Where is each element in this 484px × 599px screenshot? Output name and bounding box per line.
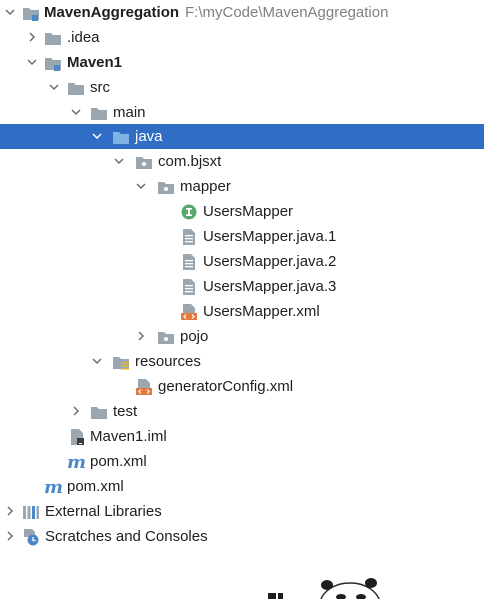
text-file-icon — [183, 254, 195, 270]
tree-row-resources[interactable]: resources — [0, 349, 484, 374]
chevron-down-icon[interactable] — [114, 156, 124, 166]
project-root-label: MavenAggregation — [44, 4, 180, 21]
file-label: UsersMapper.java.3 — [203, 278, 337, 295]
maven-icon: m — [44, 478, 62, 496]
pojo-label: pojo — [180, 328, 209, 345]
file-label: UsersMapper.java.2 — [203, 253, 337, 270]
package-icon — [136, 157, 152, 169]
file-label: UsersMapper.java.1 — [203, 228, 337, 245]
tree-row-external-libraries[interactable]: External Libraries — [0, 499, 484, 524]
chevron-right-icon[interactable] — [136, 331, 146, 341]
library-icon — [23, 506, 39, 519]
tree-row-maven1-iml[interactable]: Maven1.iml — [0, 424, 484, 449]
chevron-down-icon[interactable] — [136, 181, 146, 191]
interface-icon — [181, 204, 197, 220]
resources-label: resources — [135, 353, 201, 370]
src-label: src — [90, 79, 110, 96]
tree-row-pom-root[interactable]: m pom.xml — [0, 474, 484, 499]
chevron-down-icon[interactable] — [27, 57, 37, 67]
test-label: test — [113, 403, 138, 420]
chevron-right-icon[interactable] — [27, 32, 37, 42]
folder-icon — [68, 83, 84, 95]
package-icon — [158, 332, 174, 344]
chevron-down-icon[interactable] — [49, 82, 59, 92]
external-libraries-label: External Libraries — [45, 503, 162, 520]
tree-row-maven1[interactable]: Maven1 — [0, 50, 484, 75]
source-root-icon — [113, 132, 129, 144]
tree-row-generatorconfig[interactable]: generatorConfig.xml — [0, 374, 484, 399]
generatorconfig-label: generatorConfig.xml — [158, 378, 294, 395]
chevron-down-icon[interactable] — [92, 131, 102, 141]
tree-row-pojo[interactable]: pojo — [0, 324, 484, 349]
text-file-icon — [183, 229, 195, 245]
pom-module-label: pom.xml — [90, 453, 147, 470]
tree-row-usersmapper-java-3[interactable]: UsersMapper.java.3 — [0, 274, 484, 299]
tree-row-scratches[interactable]: Scratches and Consoles — [0, 524, 484, 549]
tree-row-test[interactable]: test — [0, 399, 484, 424]
tree-row-project-root[interactable]: MavenAggregation F:\myCode\MavenAggregati… — [0, 0, 484, 25]
folder-icon — [45, 33, 61, 45]
tree-row-usersmapper[interactable]: UsersMapper — [0, 199, 484, 224]
maven-icon: m — [67, 453, 85, 471]
chevron-down-icon[interactable] — [92, 356, 102, 366]
tree-row-usersmapper-java-1[interactable]: UsersMapper.java.1 — [0, 224, 484, 249]
com-bjsxt-label: com.bjsxt — [158, 153, 222, 170]
module-folder-icon — [23, 8, 39, 21]
panda-sticker-icon — [268, 578, 380, 599]
chevron-down-icon[interactable] — [71, 107, 81, 117]
tree-row-java[interactable]: java — [0, 124, 484, 149]
xml-file-icon — [181, 304, 197, 320]
tree-row-src[interactable]: src — [0, 75, 484, 100]
maven-glyph: m — [44, 478, 62, 496]
java-label: java — [135, 128, 163, 145]
scratches-icon — [24, 529, 39, 546]
tree-row-main[interactable]: main — [0, 100, 484, 125]
tree-row-pom-module[interactable]: m pom.xml — [0, 449, 484, 474]
tree-row-usersmapper-xml[interactable]: UsersMapper.xml — [0, 299, 484, 324]
chevron-down-icon[interactable] — [5, 7, 15, 17]
main-label: main — [113, 104, 146, 121]
xml-file-icon — [136, 379, 152, 395]
module-folder-icon — [45, 58, 61, 71]
chevron-right-icon[interactable] — [5, 506, 15, 516]
maven-glyph: m — [67, 453, 85, 471]
tree-row-com-bjsxt[interactable]: com.bjsxt — [0, 149, 484, 174]
chevron-right-icon[interactable] — [71, 406, 81, 416]
text-file-icon — [183, 279, 195, 295]
file-label: UsersMapper.xml — [203, 303, 320, 320]
tree-row-usersmapper-java-2[interactable]: UsersMapper.java.2 — [0, 249, 484, 274]
package-icon — [158, 182, 174, 194]
scratches-label: Scratches and Consoles — [45, 528, 208, 545]
folder-icon — [91, 407, 107, 419]
iml-file-icon — [71, 429, 84, 445]
tree-row-idea[interactable]: .idea — [0, 25, 484, 50]
maven1-label: Maven1 — [67, 54, 123, 71]
maven1-iml-label: Maven1.iml — [90, 428, 167, 445]
file-label: UsersMapper — [203, 203, 294, 220]
folder-icon — [91, 108, 107, 120]
chevron-right-icon[interactable] — [5, 531, 15, 541]
project-path: F:\myCode\MavenAggregation — [185, 4, 389, 21]
tree-row-mapper[interactable]: mapper — [0, 174, 484, 199]
mapper-label: mapper — [180, 178, 231, 195]
resources-folder-icon — [113, 357, 129, 370]
pom-root-label: pom.xml — [67, 478, 124, 495]
idea-label: .idea — [67, 29, 100, 46]
